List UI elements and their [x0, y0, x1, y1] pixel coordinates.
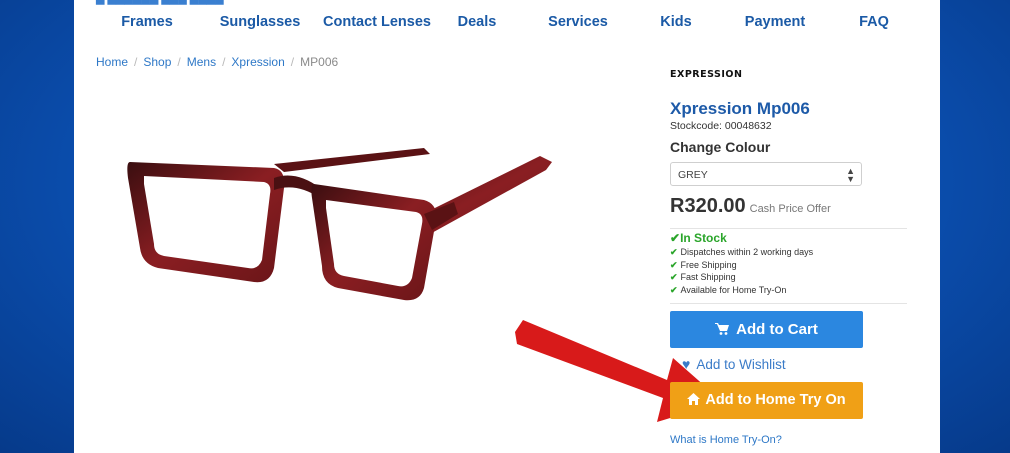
check-icon: ✔ [670, 247, 678, 257]
nav-item-deals[interactable]: Deals [458, 14, 497, 30]
nav-item-sunglasses[interactable]: Sunglasses [220, 14, 301, 30]
add-to-wishlist-link[interactable]: ♥ Add to Wishlist [682, 356, 786, 372]
breadcrumb-home[interactable]: Home [96, 55, 128, 69]
breadcrumb-shop[interactable]: Shop [143, 55, 171, 69]
feature-item: ✔ Fast Shipping [670, 271, 813, 284]
check-icon: ✔ [670, 231, 681, 245]
colour-select[interactable]: GREY ▲ ▼ [670, 162, 862, 186]
availability-status: ✔In Stock [670, 231, 727, 245]
check-icon: ✔ [670, 259, 678, 270]
home-icon [687, 393, 701, 405]
availability-text: In Stock [680, 231, 727, 245]
main-nav: Frames Sunglasses Contact Lenses Deals S… [74, 14, 940, 38]
brand-logo: EXPRESSION [670, 69, 743, 80]
breadcrumb-separator: / [177, 55, 181, 69]
feature-text: Free Shipping [680, 259, 737, 270]
feature-item: ✔ Dispatches within 2 working days [670, 246, 813, 259]
price-note: Cash Price Offer [749, 203, 831, 215]
divider [670, 303, 907, 304]
price-amount: R320.00 [670, 195, 746, 217]
divider [670, 228, 907, 229]
nav-item-services[interactable]: Services [548, 14, 608, 30]
breadcrumb-separator: / [290, 55, 295, 69]
product-image-glasses [127, 148, 552, 301]
what-is-home-try-on-link[interactable]: What is Home Try-On? [670, 434, 782, 446]
top-cut-text: ▇ ▇▇▇▇▇▇ ▇▇▇ ▇▇▇▇ [96, 0, 224, 5]
product-title: Xpression Mp006 [670, 99, 810, 118]
select-arrows-icon: ▲ ▼ [846, 166, 855, 184]
feature-list: ✔ Dispatches within 2 working days ✔ Free … [670, 246, 813, 296]
nav-item-contact-lenses[interactable]: Contact Lenses [323, 14, 431, 30]
feature-item: ✔ Available for Home Try-On [670, 284, 813, 297]
breadcrumb-mens[interactable]: Mens [187, 55, 216, 69]
nav-item-kids[interactable]: Kids [660, 14, 691, 30]
nav-item-frames[interactable]: Frames [121, 14, 173, 30]
check-icon: ✔ [670, 284, 678, 295]
nav-item-payment[interactable]: Payment [745, 14, 805, 30]
breadcrumb-current: MP006 [300, 55, 339, 69]
feature-text: Dispatches within 2 working days [680, 247, 814, 257]
price: R320.00 Cash Price Offer [670, 195, 831, 218]
feature-text: Available for Home Try-On [680, 284, 787, 295]
add-to-home-try-on-button[interactable]: Add to Home Try On [670, 382, 863, 419]
change-colour-label: Change Colour [670, 139, 771, 155]
feature-text: Fast Shipping [680, 272, 736, 283]
breadcrumb-separator: / [222, 55, 226, 69]
colour-select-value: GREY [678, 169, 708, 181]
check-icon: ✔ [670, 272, 678, 283]
add-to-cart-label: Add to Cart [736, 321, 818, 338]
add-to-home-try-on-label: Add to Home Try On [705, 392, 846, 408]
breadcrumb: Home / Shop / Mens / Xpression / MP006 [96, 55, 338, 69]
add-to-wishlist-label: Add to Wishlist [696, 357, 786, 372]
nav-item-faq[interactable]: FAQ [859, 14, 889, 30]
heart-icon: ♥ [682, 356, 691, 372]
feature-item: ✔ Free Shipping [670, 259, 813, 272]
page: ▇ ▇▇▇▇▇▇ ▇▇▇ ▇▇▇▇ Frames Sunglasses Cont… [74, 0, 940, 453]
shopping-cart-icon [715, 323, 730, 335]
breadcrumb-separator: / [134, 55, 138, 69]
stockcode: Stockcode: 00048632 [670, 120, 772, 132]
add-to-cart-button[interactable]: Add to Cart [670, 311, 863, 348]
breadcrumb-xpression[interactable]: Xpression [231, 55, 284, 69]
